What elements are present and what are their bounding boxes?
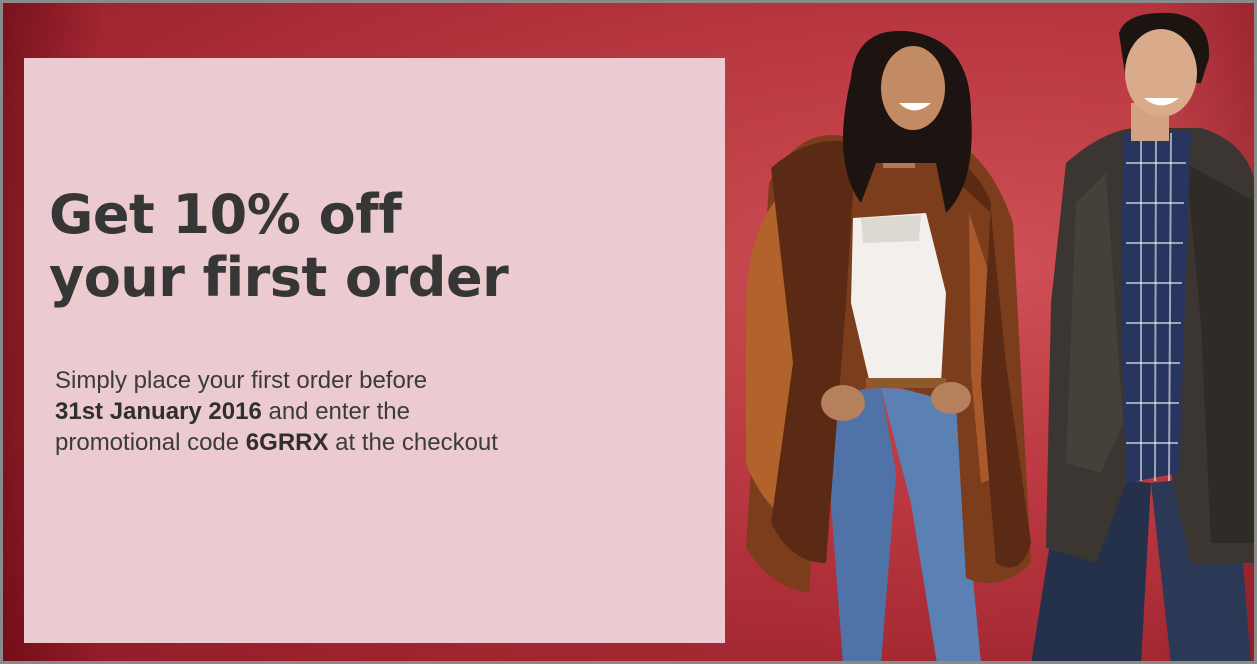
description-intro: Simply place your first order before — [55, 367, 428, 394]
headline-line-2: your first order — [49, 246, 509, 309]
headline: Get 10% off your first order — [49, 183, 509, 309]
deadline-date: 31st January 2016 — [55, 398, 262, 425]
promo-panel: Get 10% off your first order Simply plac… — [24, 58, 725, 643]
promo-banner[interactable]: Get 10% off your first order Simply plac… — [0, 0, 1257, 664]
headline-line-1: Get 10% off — [49, 183, 402, 246]
promo-description: Simply place your first order before 31st… — [55, 365, 695, 458]
man-model-image — [1031, 12, 1254, 661]
description-end: at the checkout — [335, 429, 498, 456]
description-code-label: promotional code — [55, 429, 240, 456]
models-photo — [731, 3, 1254, 661]
promo-code: 6GRRX — [245, 429, 329, 456]
woman-model-image — [746, 30, 1031, 661]
description-mid: and enter the — [268, 398, 410, 425]
